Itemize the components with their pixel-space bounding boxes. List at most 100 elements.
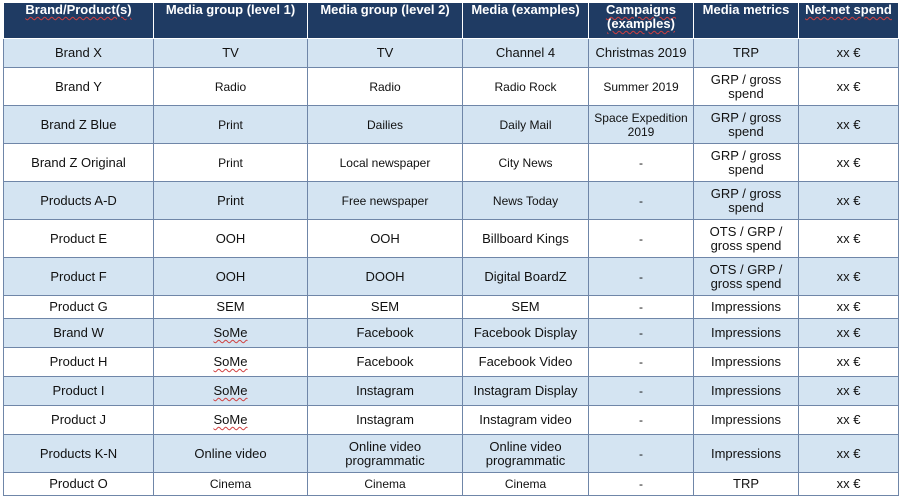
cell-brand: Brand Z Original xyxy=(3,143,154,182)
table-row: Brand Z Blue Print Dailies Daily Mail Sp… xyxy=(3,105,899,144)
cell-media-example: Radio Rock xyxy=(462,67,589,106)
cell-media-example: Digital BoardZ xyxy=(462,257,589,296)
cell-campaign: - xyxy=(588,219,694,258)
table-row: Product H SoMe Facebook Facebook Video -… xyxy=(3,347,899,377)
cell-net-net-spend: xx € xyxy=(798,347,899,377)
table-row: Brand X TV TV Channel 4 Christmas 2019 T… xyxy=(3,38,899,68)
cell-net-net-spend: xx € xyxy=(798,38,899,68)
table-row: Product F OOH DOOH Digital BoardZ - OTS … xyxy=(3,257,899,296)
cell-media-group-level1: Cinema xyxy=(153,472,308,496)
cell-media-group-level1: Print xyxy=(153,181,308,220)
cell-brand: Product E xyxy=(3,219,154,258)
cell-media-group-level1: SoMe xyxy=(153,318,308,348)
cell-media-metrics: GRP / gross spend xyxy=(693,143,799,182)
cell-brand: Products K-N xyxy=(3,434,154,473)
cell-media-group-level1: Radio xyxy=(153,67,308,106)
cell-media-group-level2: TV xyxy=(307,38,463,68)
cell-brand: Brand W xyxy=(3,318,154,348)
cell-media-metrics: GRP / gross spend xyxy=(693,67,799,106)
cell-brand: Products A-D xyxy=(3,181,154,220)
cell-media-metrics: Impressions xyxy=(693,405,799,435)
table-row: Product O Cinema Cinema Cinema - TRP xx … xyxy=(3,472,899,496)
cell-brand: Product I xyxy=(3,376,154,406)
cell-net-net-spend: xx € xyxy=(798,295,899,319)
table-row: Product G SEM SEM SEM - Impressions xx € xyxy=(3,295,899,319)
table-row: Products K-N Online video Online video p… xyxy=(3,434,899,473)
header-brand-products: Brand/Product(s) xyxy=(3,2,154,39)
cell-media-metrics: Impressions xyxy=(693,347,799,377)
table-row: Brand Z Original Print Local newspaper C… xyxy=(3,143,899,182)
cell-media-group-level2: SEM xyxy=(307,295,463,319)
cell-campaign: - xyxy=(588,376,694,406)
cell-media-example: City News xyxy=(462,143,589,182)
cell-media-group-level1: SoMe xyxy=(153,376,308,406)
cell-media-example: Cinema xyxy=(462,472,589,496)
media-table-container: Brand/Product(s) Media group (level 1) M… xyxy=(3,2,899,496)
cell-media-group-level2: Instagram xyxy=(307,376,463,406)
table-row: Brand Y Radio Radio Radio Rock Summer 20… xyxy=(3,67,899,106)
cell-media-group-level1: SoMe xyxy=(153,347,308,377)
cell-media-metrics: Impressions xyxy=(693,318,799,348)
cell-media-group-level1: Print xyxy=(153,105,308,144)
cell-media-group-level2: Facebook xyxy=(307,318,463,348)
cell-campaign: - xyxy=(588,472,694,496)
cell-brand: Product H xyxy=(3,347,154,377)
cell-brand: Brand Z Blue xyxy=(3,105,154,144)
cell-media-example: Facebook Display xyxy=(462,318,589,348)
cell-media-example: Instagram video xyxy=(462,405,589,435)
header-row: Brand/Product(s) Media group (level 1) M… xyxy=(3,2,899,39)
cell-net-net-spend: xx € xyxy=(798,143,899,182)
cell-media-group-level2: Instagram xyxy=(307,405,463,435)
cell-media-example: Billboard Kings xyxy=(462,219,589,258)
cell-campaign: Summer 2019 xyxy=(588,67,694,106)
cell-media-metrics: OTS / GRP / gross spend xyxy=(693,219,799,258)
cell-media-group-level2: Facebook xyxy=(307,347,463,377)
cell-media-group-level2: Online video programmatic xyxy=(307,434,463,473)
cell-media-group-level1: SEM xyxy=(153,295,308,319)
cell-media-group-level2: Radio xyxy=(307,67,463,106)
cell-campaign: - xyxy=(588,434,694,473)
cell-campaign: - xyxy=(588,295,694,319)
cell-net-net-spend: xx € xyxy=(798,257,899,296)
cell-media-group-level1: OOH xyxy=(153,219,308,258)
cell-net-net-spend: xx € xyxy=(798,318,899,348)
header-net-net-spend: Net-net spend xyxy=(798,2,899,39)
cell-campaign: - xyxy=(588,181,694,220)
cell-media-metrics: Impressions xyxy=(693,295,799,319)
cell-media-metrics: TRP xyxy=(693,472,799,496)
cell-net-net-spend: xx € xyxy=(798,434,899,473)
cell-media-metrics: TRP xyxy=(693,38,799,68)
cell-media-metrics: Impressions xyxy=(693,376,799,406)
cell-media-group-level2: OOH xyxy=(307,219,463,258)
cell-media-metrics: GRP / gross spend xyxy=(693,105,799,144)
table-row: Product E OOH OOH Billboard Kings - OTS … xyxy=(3,219,899,258)
header-campaigns-examples: Campaigns (examples) xyxy=(588,2,694,39)
cell-campaign: Space Expedition 2019 xyxy=(588,105,694,144)
cell-net-net-spend: xx € xyxy=(798,67,899,106)
cell-media-group-level1: SoMe xyxy=(153,405,308,435)
header-media-metrics: Media metrics xyxy=(693,2,799,39)
cell-brand: Brand X xyxy=(3,38,154,68)
cell-media-group-level1: Print xyxy=(153,143,308,182)
cell-media-example: Instagram Display xyxy=(462,376,589,406)
cell-brand: Brand Y xyxy=(3,67,154,106)
cell-media-group-level2: Local newspaper xyxy=(307,143,463,182)
cell-media-metrics: GRP / gross spend xyxy=(693,181,799,220)
cell-campaign: - xyxy=(588,318,694,348)
cell-media-example: Daily Mail xyxy=(462,105,589,144)
table-row: Products A-D Print Free newspaper News T… xyxy=(3,181,899,220)
cell-campaign: - xyxy=(588,143,694,182)
cell-media-group-level2: DOOH xyxy=(307,257,463,296)
header-media-group-level2: Media group (level 2) xyxy=(307,2,463,39)
cell-campaign: Christmas 2019 xyxy=(588,38,694,68)
cell-brand: Product F xyxy=(3,257,154,296)
cell-net-net-spend: xx € xyxy=(798,105,899,144)
cell-net-net-spend: xx € xyxy=(798,376,899,406)
cell-media-group-level1: OOH xyxy=(153,257,308,296)
cell-net-net-spend: xx € xyxy=(798,405,899,435)
cell-media-metrics: OTS / GRP / gross spend xyxy=(693,257,799,296)
cell-media-group-level2: Dailies xyxy=(307,105,463,144)
cell-media-example: Channel 4 xyxy=(462,38,589,68)
cell-media-example: SEM xyxy=(462,295,589,319)
cell-media-example: Facebook Video xyxy=(462,347,589,377)
